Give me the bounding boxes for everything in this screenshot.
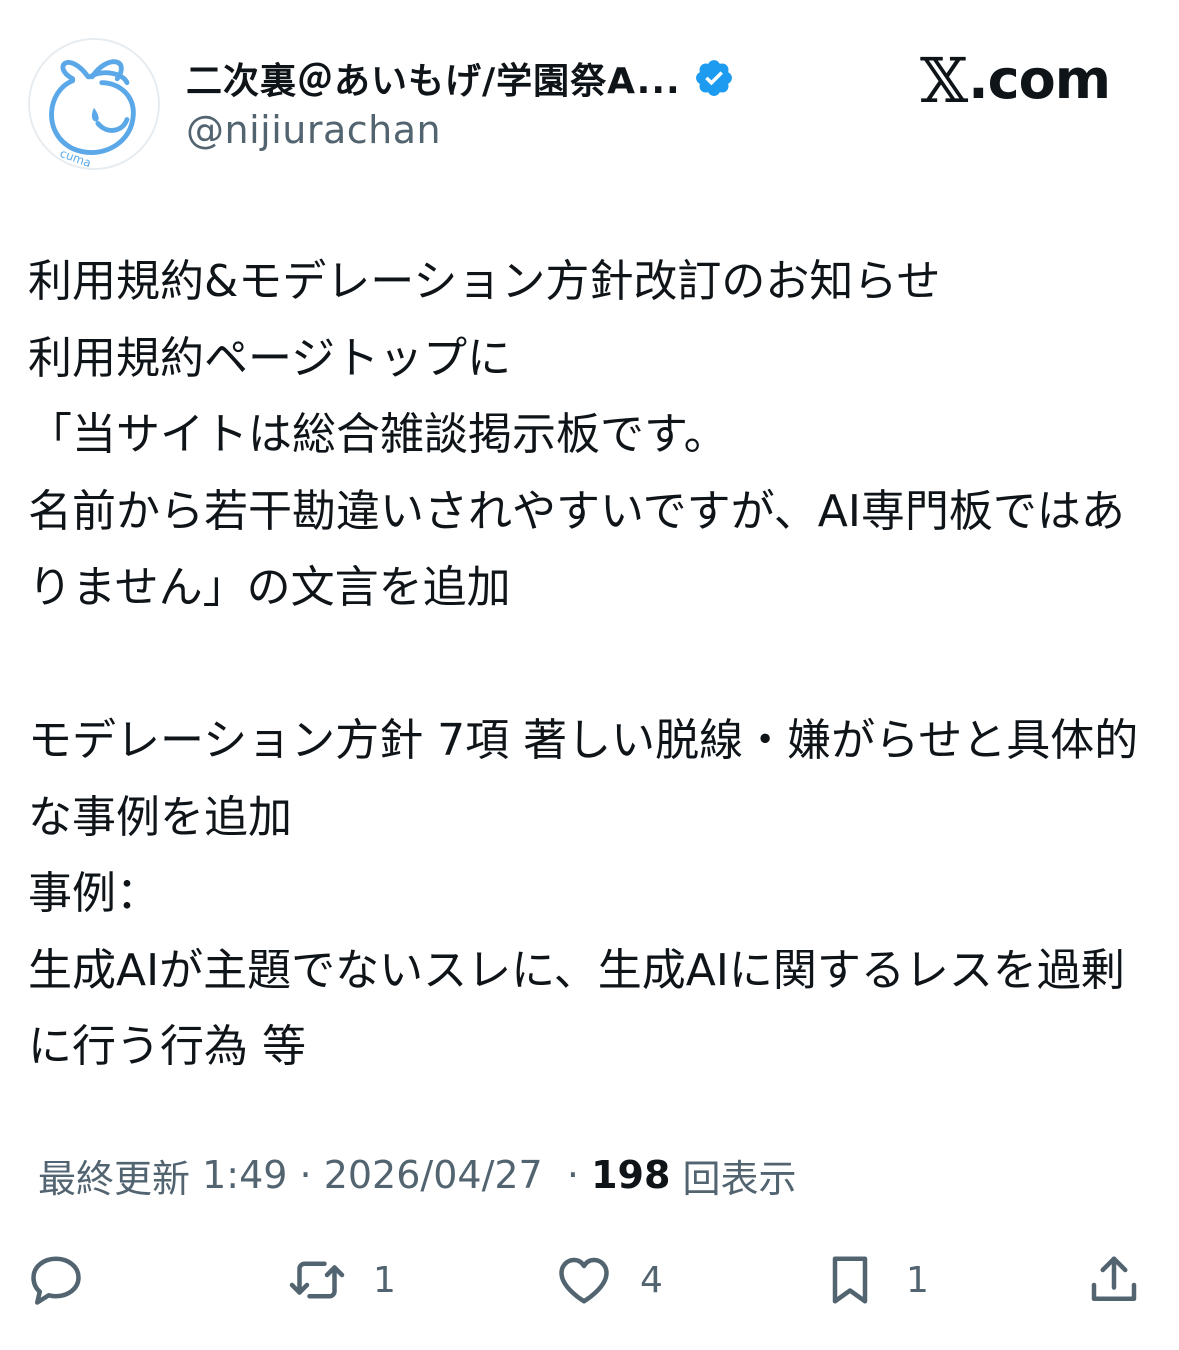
bookmark-button[interactable]: 1 [820, 1240, 929, 1320]
share-button[interactable] [1084, 1240, 1144, 1320]
heart-icon [559, 1257, 609, 1304]
brand-label: .com [968, 47, 1111, 111]
reply-button[interactable] [26, 1240, 86, 1320]
updated-label: 最終更新 [38, 1156, 191, 1201]
tweet-action-bar: 1 4 1 [0, 1240, 1179, 1320]
retweet-button[interactable]: 1 [287, 1240, 396, 1320]
views-label: 回表示 [682, 1156, 797, 1201]
like-count: 4 [640, 1259, 663, 1301]
bookmark-count: 1 [906, 1259, 929, 1301]
tweet-text: 利用規約&モデレーション方針改訂のお知らせ 利用規約ページトップに 「当サイトは… [28, 256, 1139, 1072]
retweet-count: 1 [373, 1259, 396, 1301]
tweet-meta: 最終更新 1:49 · 2026/04/27 · 198 回表示 [38, 1146, 797, 1204]
author-display-name[interactable]: 二次裏＠あいもげ/学園祭A... [186, 52, 681, 104]
sprout-face-avatar-icon: cuma [30, 40, 158, 168]
like-button[interactable]: 4 [554, 1240, 663, 1320]
verified-badge-icon [693, 57, 735, 99]
author-name-row[interactable]: 二次裏＠あいもげ/学園祭A... [186, 50, 735, 106]
share-icon [1091, 1256, 1137, 1301]
reply-icon [31, 1256, 81, 1305]
tweet-time[interactable]: 1:49 [202, 1153, 287, 1197]
x-com-brand: 𝕏 .com [920, 44, 1111, 117]
retweet-icon [289, 1261, 345, 1299]
x-logo-icon: 𝕏 [920, 43, 968, 117]
bookmark-icon [832, 1256, 868, 1304]
author-handle[interactable]: @nijiurachan [186, 108, 441, 152]
avatar[interactable]: cuma [28, 38, 160, 170]
tweet-date[interactable]: 2026/04/27 [324, 1153, 543, 1197]
views-count: 198 [591, 1153, 671, 1197]
